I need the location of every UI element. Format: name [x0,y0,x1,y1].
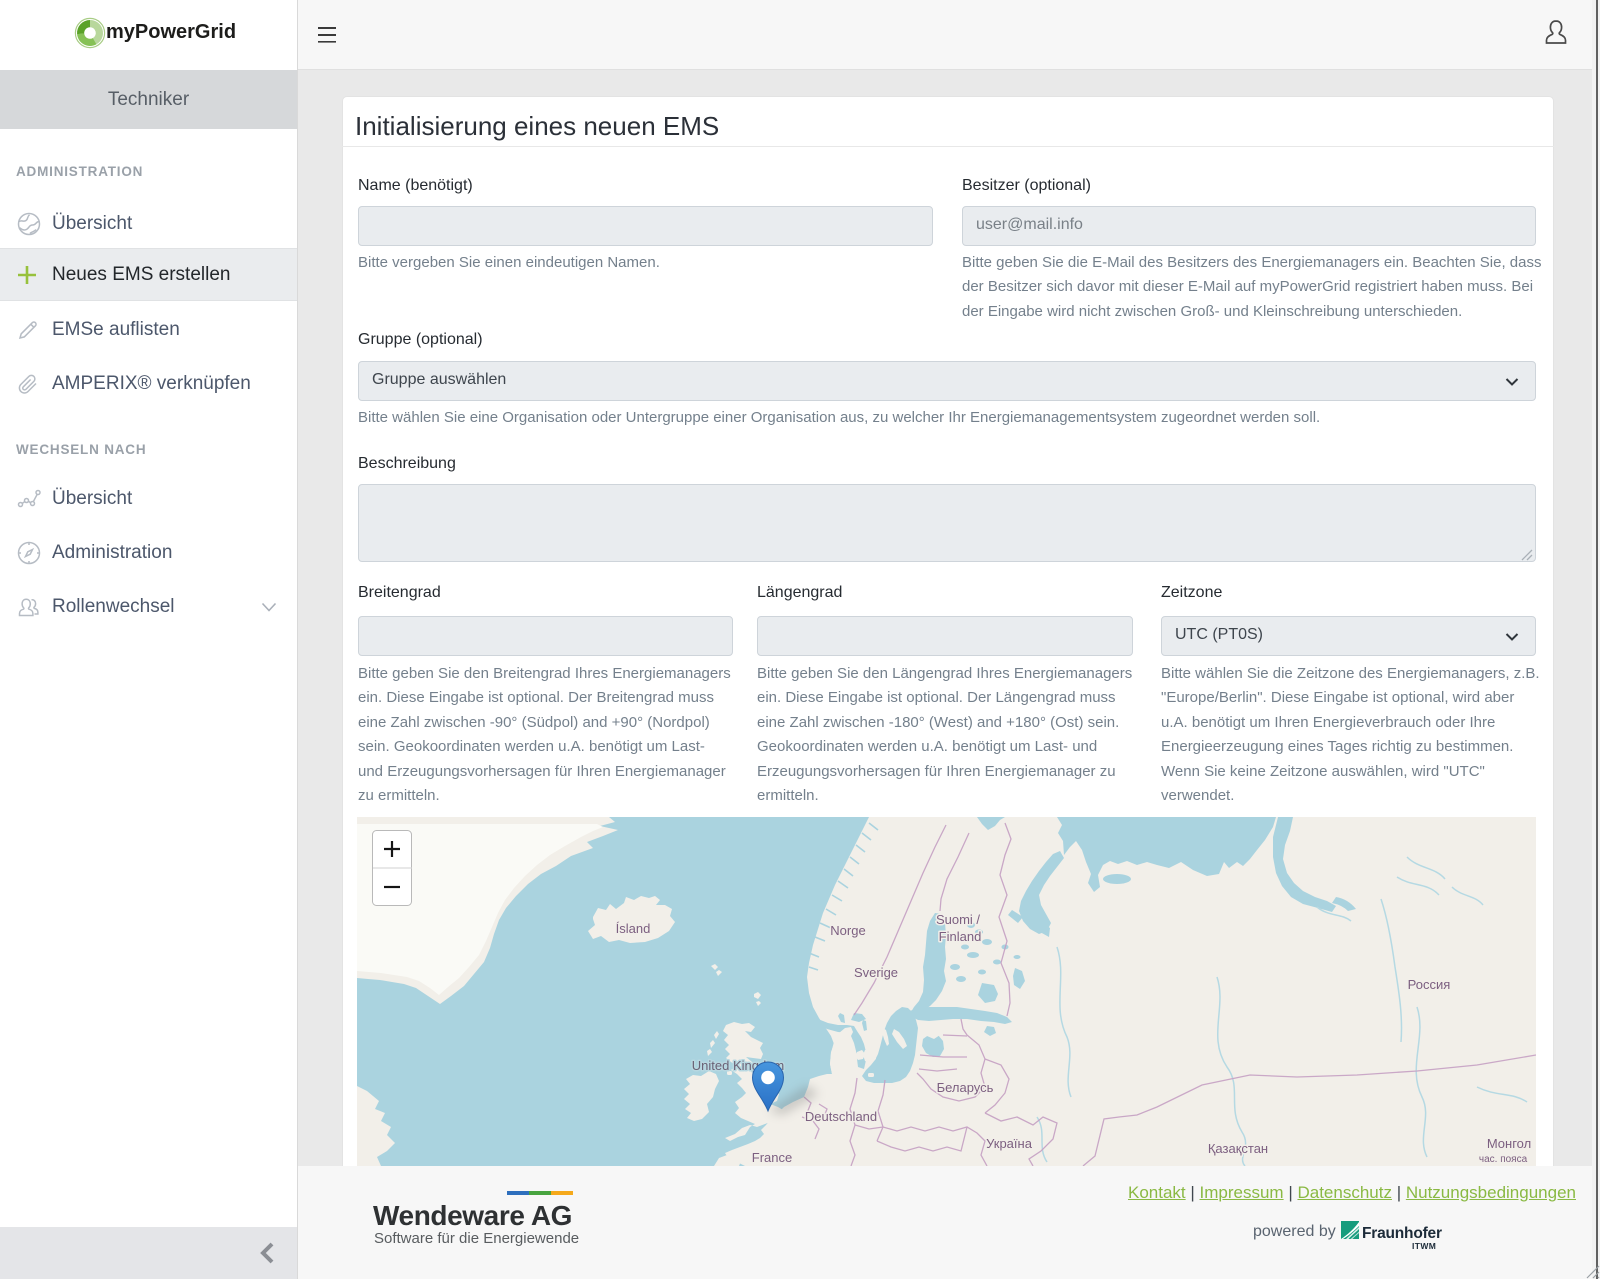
svg-text:Қазақстан: Қазақстан [1208,1141,1268,1156]
svg-text:Україна: Україна [986,1136,1033,1151]
svg-text:Ísland: Ísland [616,921,651,936]
svg-text:Россия: Россия [1408,977,1451,992]
svg-text:Suomi /: Suomi / [936,912,980,927]
svg-text:Sverige: Sverige [854,965,898,980]
svg-text:час. пояса: час. пояса [1479,1154,1528,1165]
svg-text:Беларусь: Беларусь [937,1080,994,1095]
svg-text:Монгол: Монгол [1487,1136,1531,1151]
svg-text:Norge: Norge [830,923,865,938]
svg-text:Deutschland: Deutschland [805,1109,877,1124]
svg-text:Finland: Finland [939,929,982,944]
svg-text:France: France [752,1150,792,1165]
